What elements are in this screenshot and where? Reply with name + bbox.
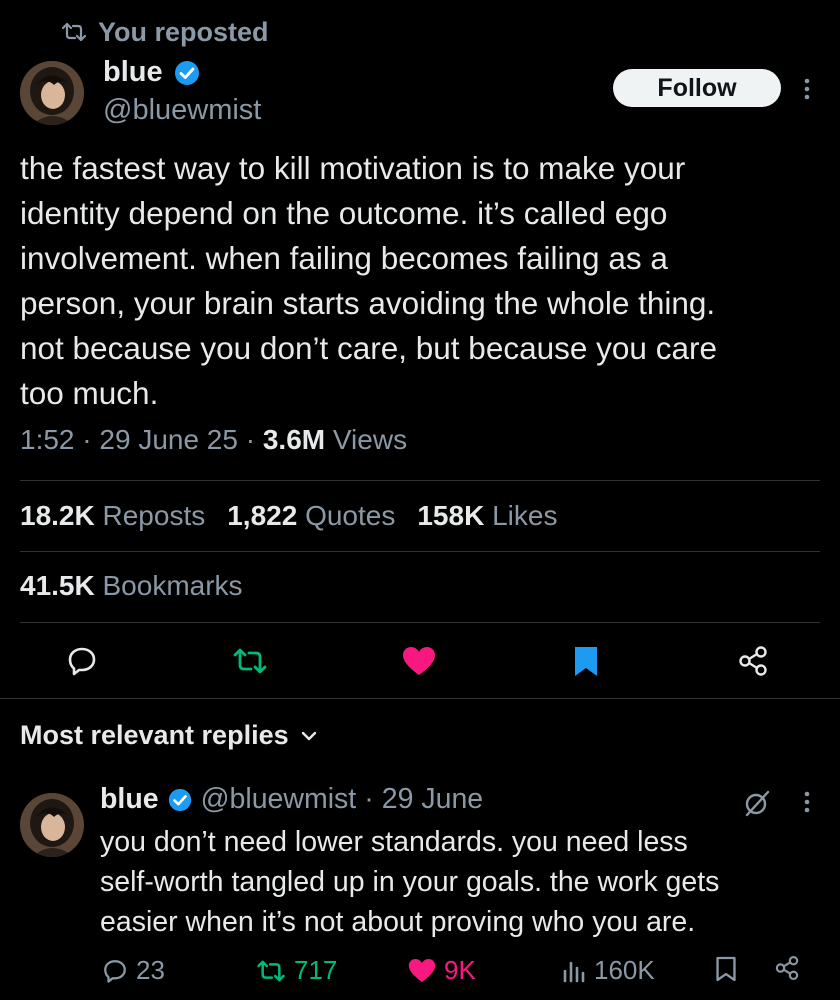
reply-line: easier when it’s not about proving who y… xyxy=(100,906,696,938)
tweet-line: person, your brain starts avoiding the w… xyxy=(20,285,716,321)
share-action-icon[interactable] xyxy=(737,645,769,677)
likes-stat[interactable]: 158K Likes xyxy=(417,500,557,532)
reposts-stat[interactable]: 18.2K Reposts xyxy=(20,500,205,532)
tweet-date[interactable]: 29 June 25 xyxy=(99,424,238,455)
bookmarks-count: 41.5K xyxy=(20,570,95,601)
reply-share-icon[interactable] xyxy=(774,955,800,981)
reposts-count: 18.2K xyxy=(20,500,95,531)
repost-icon xyxy=(256,959,286,983)
reply-date[interactable]: 29 June xyxy=(382,783,483,816)
tweet-line: too much. xyxy=(20,375,159,411)
verified-badge-icon xyxy=(167,787,193,813)
analytics-icon xyxy=(562,959,586,983)
tweet-line: not because you don’t care, but because … xyxy=(20,330,717,366)
reply-comment-button[interactable]: 23 xyxy=(102,955,165,986)
more-options-icon[interactable] xyxy=(800,77,814,101)
verified-badge-icon xyxy=(173,59,201,87)
reply-views-count: 160K xyxy=(594,955,655,985)
bookmarks-label: Bookmarks xyxy=(102,570,243,601)
reply-repost-count: 717 xyxy=(294,955,338,985)
reply-handle[interactable]: @bluewmist xyxy=(201,783,357,816)
divider xyxy=(20,622,820,623)
reposts-label: Reposts xyxy=(102,500,206,531)
engagement-stats: 18.2K Reposts 1,822 Quotes 158K Likes xyxy=(20,500,557,532)
section-divider xyxy=(0,698,840,699)
replies-header-label: Most relevant replies xyxy=(20,720,289,750)
reply-avatar[interactable] xyxy=(20,793,84,857)
quotes-label: Quotes xyxy=(305,500,396,531)
reply-more-options-icon[interactable] xyxy=(800,790,814,814)
avatar[interactable] xyxy=(20,61,84,125)
tweet-time[interactable]: 1:52 xyxy=(20,424,75,455)
likes-label: Likes xyxy=(492,500,558,531)
repost-icon xyxy=(62,22,86,42)
repost-context-text: You reposted xyxy=(98,16,269,47)
reply-line: self-worth tangled up in your goals. the… xyxy=(100,866,720,898)
divider xyxy=(20,551,820,552)
views-count: 3.6M xyxy=(262,424,326,455)
tweet-meta: 1:52 · 29 June 25 · 3.6M Views xyxy=(20,424,407,456)
reply-author-name[interactable]: blue xyxy=(100,783,159,816)
bookmark-action-icon[interactable] xyxy=(573,645,599,677)
bookmarks-stat[interactable]: 41.5K Bookmarks xyxy=(20,570,243,602)
divider xyxy=(20,480,820,481)
meta-separator: · xyxy=(82,424,100,455)
meta-separator: · xyxy=(364,783,374,815)
author-handle[interactable]: @bluewmist xyxy=(103,94,261,127)
chevron-down-icon xyxy=(301,730,317,742)
reply-comment-count: 23 xyxy=(136,955,165,985)
repost-context[interactable]: You reposted xyxy=(62,14,269,50)
reply-header: blue @bluewmist · 29 June xyxy=(100,783,483,816)
repost-action-icon[interactable] xyxy=(232,647,268,675)
replies-sort-dropdown[interactable]: Most relevant replies xyxy=(20,720,317,751)
quotes-stat[interactable]: 1,822 Quotes xyxy=(227,500,395,532)
likes-count: 158K xyxy=(417,500,485,531)
reply-like-button[interactable]: 9K xyxy=(408,955,476,986)
reply-line: you don’t need lower standards. you need… xyxy=(100,826,688,858)
quotes-count: 1,822 xyxy=(227,500,298,531)
tweet-line: identity depend on the outcome. it’s cal… xyxy=(20,195,668,231)
follow-button[interactable]: Follow xyxy=(613,69,781,107)
comment-icon xyxy=(102,958,128,984)
reply-bookmark-icon[interactable] xyxy=(715,955,737,983)
reply-action-icon[interactable] xyxy=(66,645,98,677)
reply-repost-button[interactable]: 717 xyxy=(256,955,337,986)
author-name: blue xyxy=(103,56,163,88)
like-action-icon[interactable] xyxy=(402,646,436,676)
tweet-line: involvement. when failing becomes failin… xyxy=(20,240,668,276)
tweet-text: the fastest way to kill motivation is to… xyxy=(20,146,830,416)
heart-icon xyxy=(408,958,436,983)
meta-separator: · xyxy=(245,424,263,455)
reply-views-button[interactable]: 160K xyxy=(562,955,655,986)
views-label: Views xyxy=(332,424,408,455)
reply-like-count: 9K xyxy=(444,955,476,985)
grok-icon[interactable] xyxy=(742,788,772,818)
reply-text: you don’t need lower standards. you need… xyxy=(100,822,820,942)
author-name-row[interactable]: blue xyxy=(103,56,201,89)
tweet-line: the fastest way to kill motivation is to… xyxy=(20,150,686,186)
